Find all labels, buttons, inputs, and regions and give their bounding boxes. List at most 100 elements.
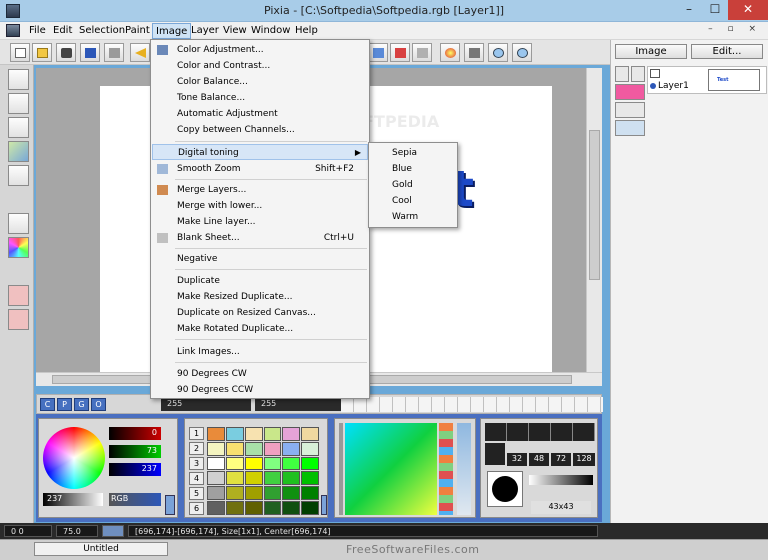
toning-gold[interactable]: Gold: [370, 177, 456, 193]
menu-help[interactable]: Help: [292, 23, 321, 39]
swatch[interactable]: [282, 441, 301, 456]
swatch[interactable]: [244, 441, 263, 456]
camera-button[interactable]: [56, 43, 76, 62]
swatch[interactable]: [282, 471, 301, 486]
palette-row-2[interactable]: 2: [189, 442, 204, 455]
color-mode-o-button[interactable]: O: [91, 398, 106, 411]
menu-blank-sheet[interactable]: Blank Sheet... Ctrl+U: [152, 230, 368, 246]
layer-align-icon[interactable]: [615, 120, 645, 136]
menu-color-contrast[interactable]: Color and Contrast...: [152, 58, 368, 74]
layer-visibility-icon[interactable]: [650, 69, 660, 78]
swatch[interactable]: [244, 486, 263, 501]
swatch[interactable]: [301, 471, 319, 486]
swatch[interactable]: [225, 501, 244, 515]
frame-tool[interactable]: [8, 165, 29, 186]
menu-resized-duplicate[interactable]: Make Resized Duplicate...: [152, 289, 368, 305]
brush-tool[interactable]: [8, 93, 29, 114]
back-button[interactable]: [130, 43, 150, 62]
swatch[interactable]: [225, 456, 244, 471]
document-tab[interactable]: Untitled: [34, 542, 168, 556]
gradient-tool[interactable]: [8, 141, 29, 162]
brush-shape-strip[interactable]: [341, 397, 603, 412]
vertical-scrollbar[interactable]: [586, 68, 602, 372]
pen-tool[interactable]: [8, 69, 29, 90]
brush-size-48[interactable]: 48: [529, 453, 549, 466]
edit-tab-button[interactable]: Edit...: [691, 44, 763, 59]
menu-negative[interactable]: Negative: [152, 251, 368, 267]
toning-blue[interactable]: Blue: [370, 161, 456, 177]
saturation-slider[interactable]: 237: [43, 493, 103, 506]
toning-cool[interactable]: Cool: [370, 193, 456, 209]
new-file-button[interactable]: [10, 43, 30, 62]
swatch[interactable]: [244, 471, 263, 486]
menu-digital-toning[interactable]: Digital toning ▶: [152, 144, 368, 160]
menu-merge-lower[interactable]: Merge with lower...: [152, 198, 368, 214]
menu-link-images[interactable]: Link Images...: [152, 344, 368, 360]
menu-image[interactable]: Image: [152, 23, 192, 39]
swatch[interactable]: [225, 471, 244, 486]
zoom-out-button[interactable]: [512, 43, 532, 62]
swatch[interactable]: [225, 441, 244, 456]
save-button[interactable]: [80, 43, 100, 62]
rotate-button[interactable]: [390, 43, 410, 62]
layer-color-swatch[interactable]: [615, 84, 645, 100]
swatch[interactable]: [263, 456, 282, 471]
layer-row[interactable]: Layer1 Test: [647, 66, 767, 94]
palette-row-4[interactable]: 4: [189, 472, 204, 485]
palette-row-5[interactable]: 5: [189, 487, 204, 500]
mdi-window-controls[interactable]: – ▫ ×: [708, 24, 762, 34]
red-eraser-tool[interactable]: [8, 309, 29, 330]
text-layer-icon[interactable]: [615, 102, 645, 118]
menu-color-balance[interactable]: Color Balance...: [152, 74, 368, 90]
palette-swatches[interactable]: [207, 427, 319, 515]
minimize-button[interactable]: –: [676, 0, 702, 20]
brush-dot-row[interactable]: [485, 423, 595, 441]
menu-copy-channels[interactable]: Copy between Channels...: [152, 122, 368, 138]
swatch[interactable]: [263, 471, 282, 486]
swatch[interactable]: [207, 486, 225, 501]
swatch[interactable]: [263, 441, 282, 456]
brush-size-32[interactable]: 32: [507, 453, 527, 466]
palette-panel-arrow[interactable]: [321, 495, 327, 515]
document-icon[interactable]: [6, 24, 20, 37]
swatch[interactable]: [244, 456, 263, 471]
palette-row-3[interactable]: 3: [189, 457, 204, 470]
menu-automatic-adjustment[interactable]: Automatic Adjustment: [152, 106, 368, 122]
swatch[interactable]: [282, 486, 301, 501]
transform-button[interactable]: [368, 43, 388, 62]
swatch[interactable]: [301, 456, 319, 471]
delete-layer-icon[interactable]: [631, 66, 645, 82]
swatch[interactable]: [225, 486, 244, 501]
swatch[interactable]: [282, 456, 301, 471]
menu-color-adjustment[interactable]: Color Adjustment...: [152, 42, 368, 58]
print-button[interactable]: [104, 43, 124, 62]
menu-rotate-cw[interactable]: 90 Degrees CW: [152, 366, 368, 382]
menu-duplicate-resized-canvas[interactable]: Duplicate on Resized Canvas...: [152, 305, 368, 321]
color-mode-p-button[interactable]: P: [57, 398, 72, 411]
blue-slider[interactable]: 237: [109, 463, 161, 476]
swatch[interactable]: [207, 471, 225, 486]
palette-tool[interactable]: [8, 237, 29, 258]
color-mode-g-button[interactable]: G: [74, 398, 89, 411]
maximize-button[interactable]: ☐: [702, 0, 728, 20]
zoom-field[interactable]: 75.0: [56, 525, 98, 537]
delete-selection-tool[interactable]: [8, 213, 29, 234]
menu-smooth-zoom[interactable]: Smooth Zoom Shift+F2: [152, 161, 368, 177]
vertical-scroll-thumb[interactable]: [589, 130, 600, 280]
rect-select-tool[interactable]: [8, 117, 29, 138]
swatch[interactable]: [244, 427, 263, 441]
menu-paint[interactable]: Paint: [122, 23, 153, 39]
swatch[interactable]: [263, 501, 282, 515]
swatch[interactable]: [207, 427, 225, 441]
image-tab-button[interactable]: Image: [615, 44, 687, 59]
brush-size-small[interactable]: [485, 443, 505, 465]
swatch[interactable]: [225, 427, 244, 441]
toning-warm[interactable]: Warm: [370, 209, 456, 225]
zoom-in-button[interactable]: [488, 43, 508, 62]
gradient-field[interactable]: [345, 423, 437, 515]
menu-rotate-ccw[interactable]: 90 Degrees CCW: [152, 382, 368, 398]
close-button[interactable]: ✕: [728, 0, 768, 20]
swatch[interactable]: [301, 441, 319, 456]
opacity-field[interactable]: 255: [161, 398, 251, 411]
menu-make-line-layer[interactable]: Make Line layer...: [152, 214, 368, 230]
